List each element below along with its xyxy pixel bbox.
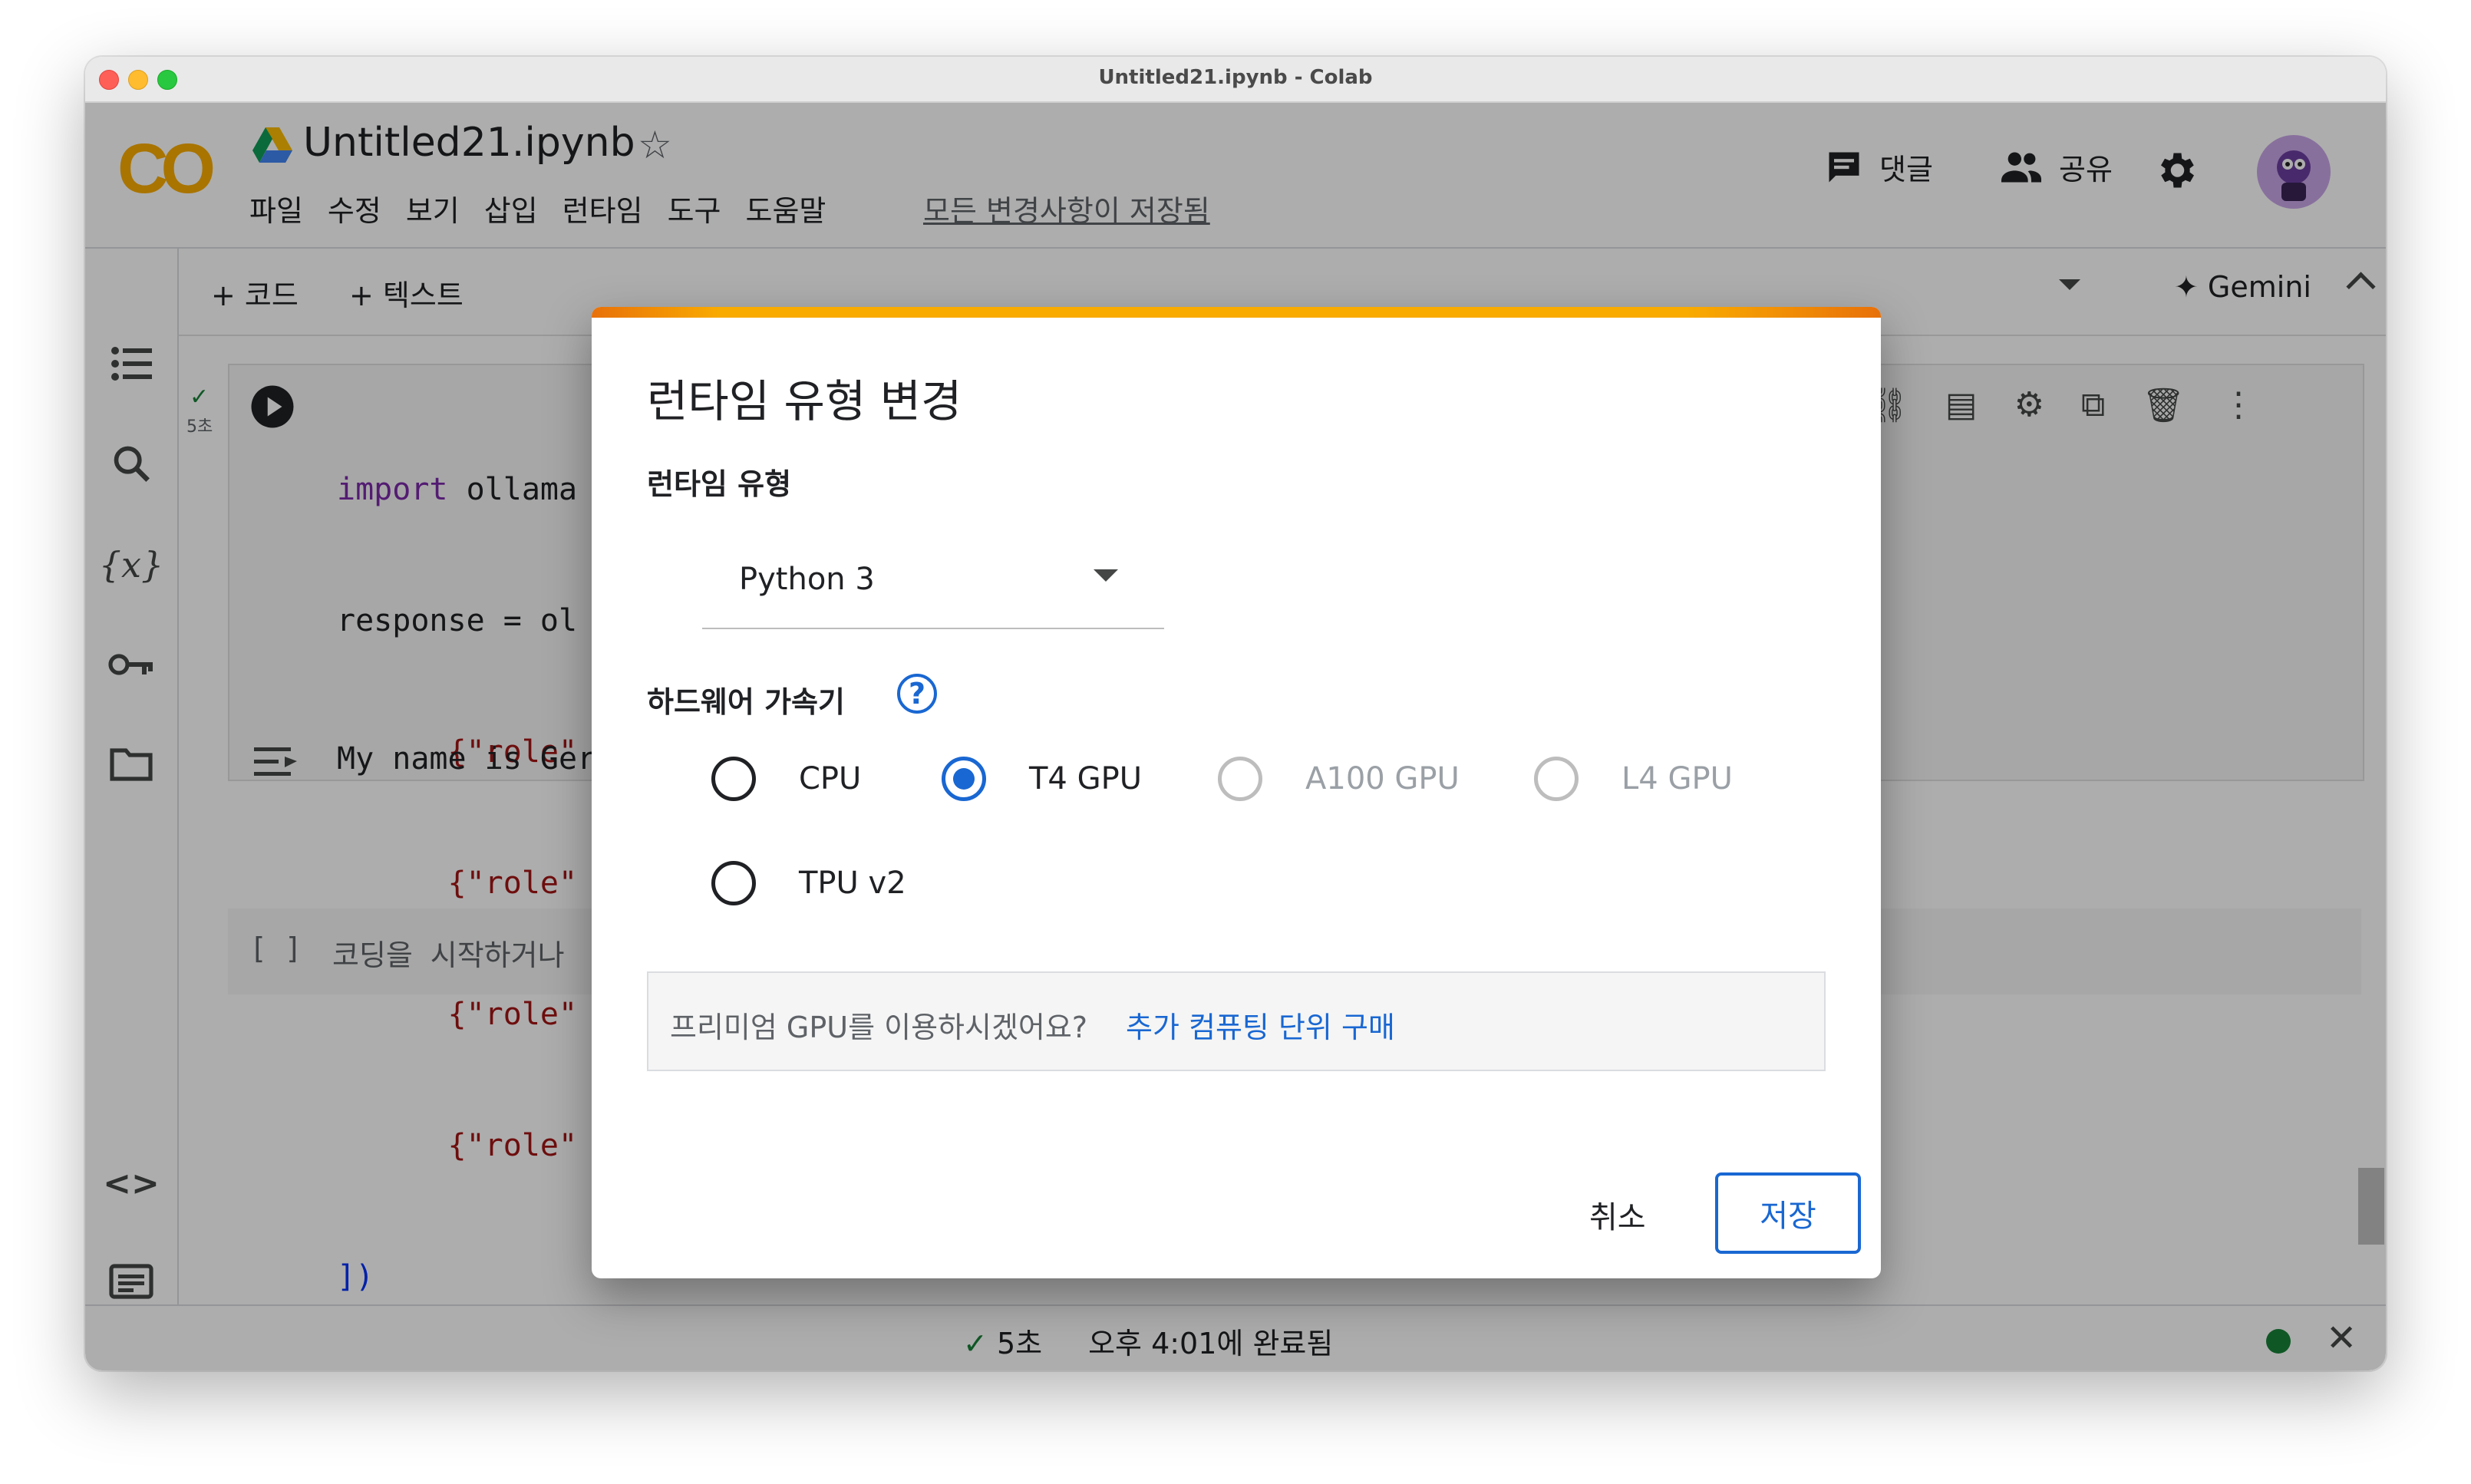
- hardware-accelerator-label: 하드웨어 가속기: [647, 685, 845, 719]
- help-icon[interactable]: ?: [897, 674, 937, 714]
- radio-label: CPU: [799, 761, 862, 796]
- runtime-type-value: Python 3: [739, 562, 875, 597]
- radio-circle: [711, 757, 756, 801]
- radio-a100-gpu[interactable]: A100 GPU: [1218, 757, 1460, 801]
- dialog-accent-bar: [592, 307, 1881, 318]
- change-runtime-type-dialog: 런타임 유형 변경 런타임 유형 Python 3 하드웨어 가속기 ? CPU…: [592, 307, 1881, 1278]
- promo-text: 프리미엄 GPU를 이용하시겠어요?: [670, 1011, 1088, 1044]
- radio-t4-gpu[interactable]: T4 GPU: [942, 757, 1142, 801]
- browser-window: Untitled21.ipynb - Colab CO Untitled21.i…: [85, 57, 2386, 1370]
- dialog-title: 런타임 유형 변경: [647, 375, 962, 427]
- window-titlebar: Untitled21.ipynb - Colab: [85, 57, 2386, 103]
- radio-circle-disabled: [1534, 757, 1579, 801]
- radio-label: L4 GPU: [1621, 761, 1733, 796]
- radio-circle-selected: [942, 757, 986, 801]
- save-button[interactable]: 저장: [1715, 1172, 1861, 1254]
- radio-label: A100 GPU: [1305, 761, 1460, 796]
- runtime-type-label: 런타임 유형: [647, 467, 792, 501]
- radio-l4-gpu[interactable]: L4 GPU: [1534, 757, 1733, 801]
- radio-circle-disabled: [1218, 757, 1262, 801]
- colab-app: CO Untitled21.ipynb ☆ 파일 수정 보기 삽입 런타임 도구…: [85, 103, 2386, 1370]
- dropdown-arrow-icon: [1094, 569, 1118, 582]
- buy-compute-units-link[interactable]: 추가 컴퓨팅 단위 구매: [1126, 1004, 1395, 1046]
- radio-label: T4 GPU: [1029, 761, 1142, 796]
- cancel-button[interactable]: 취소: [1589, 1192, 1646, 1237]
- window-title: Untitled21.ipynb - Colab: [1098, 66, 1373, 89]
- radio-tpu-v2[interactable]: TPU v2: [711, 861, 906, 905]
- runtime-type-select[interactable]: Python 3: [702, 519, 1164, 629]
- radio-label: TPU v2: [799, 866, 906, 901]
- radio-cpu[interactable]: CPU: [711, 757, 861, 801]
- premium-gpu-banner: 프리미엄 GPU를 이용하시겠어요? 추가 컴퓨팅 단위 구매: [647, 971, 1826, 1071]
- radio-circle: [711, 861, 756, 905]
